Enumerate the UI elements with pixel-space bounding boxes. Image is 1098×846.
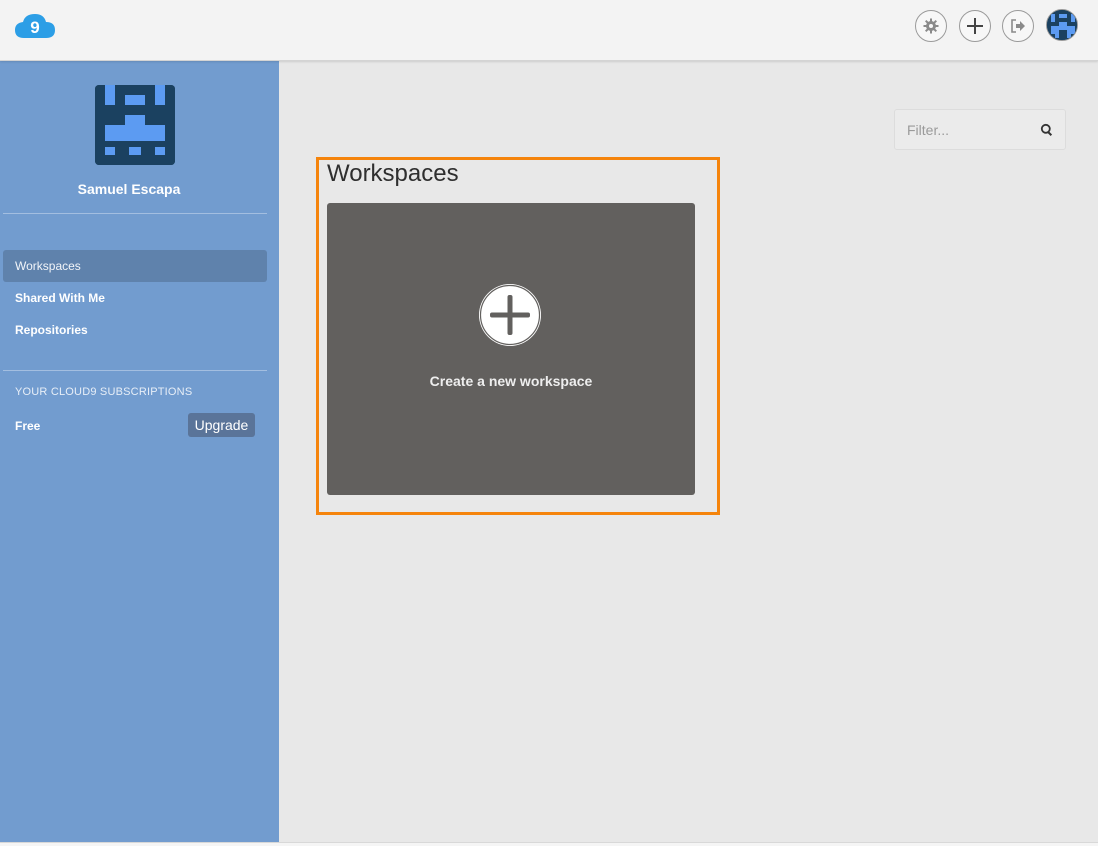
settings-button[interactable]	[915, 10, 947, 42]
profile-name: Samuel Escapa	[77, 181, 181, 197]
svg-text:9: 9	[30, 18, 39, 37]
search-icon[interactable]	[1040, 123, 1054, 142]
profile-avatar[interactable]	[95, 85, 175, 165]
sidebar-item-workspaces[interactable]: Workspaces	[3, 250, 267, 282]
cloud9-logo-icon[interactable]: 9	[14, 12, 56, 40]
sidebar-divider	[3, 370, 267, 371]
add-circle-icon	[478, 283, 542, 347]
sidebar-divider	[3, 213, 267, 214]
user-avatar-icon[interactable]	[1046, 9, 1078, 41]
create-button[interactable]	[959, 10, 991, 42]
upgrade-button[interactable]: Upgrade	[188, 413, 255, 437]
logout-button[interactable]	[1002, 10, 1034, 42]
create-workspace-card[interactable]: Create a new workspace	[327, 203, 695, 495]
page-title: Workspaces	[327, 160, 459, 187]
filter-input[interactable]	[895, 110, 1035, 149]
filter-box	[894, 109, 1066, 150]
create-workspace-label: Create a new workspace	[429, 373, 593, 389]
subscriptions-header: YOUR CLOUD9 SUBSCRIPTIONS	[15, 386, 193, 398]
bottom-strip	[0, 842, 1098, 846]
sidebar-item-repositories[interactable]: Repositories	[3, 314, 267, 346]
top-bar: 9	[0, 0, 1098, 61]
plus-icon	[966, 17, 984, 35]
sidebar: Samuel Escapa Workspaces Shared With Me …	[0, 61, 279, 842]
plan-name: Free	[15, 419, 41, 433]
sign-out-icon	[1010, 18, 1026, 34]
sidebar-item-shared-with-me[interactable]: Shared With Me	[3, 282, 267, 314]
gear-icon	[923, 18, 939, 34]
